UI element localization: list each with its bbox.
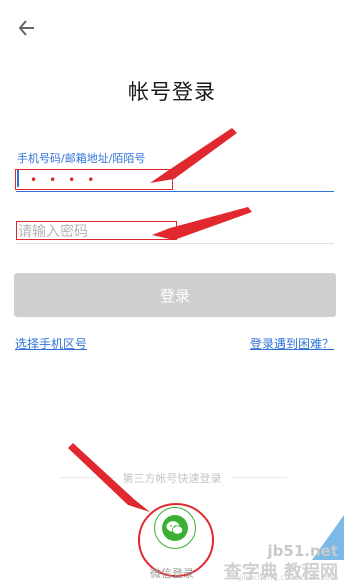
arrow-left-icon xyxy=(18,20,34,36)
wechat-login-label: 微信登录 xyxy=(150,567,194,580)
wechat-login-button[interactable] xyxy=(154,507,196,549)
login-button-label: 登录 xyxy=(159,286,190,305)
wechat-icon xyxy=(162,515,188,541)
login-button[interactable]: 登录 xyxy=(14,273,336,317)
watermark-url: jiaocheng.chazidian.com xyxy=(238,573,338,582)
account-underline xyxy=(16,191,334,192)
page-title: 帐号登录 xyxy=(128,80,216,104)
annotation-box-password xyxy=(16,221,177,240)
third-party-label: 第三方帐号快速登录 xyxy=(122,472,222,485)
account-field-label: 手机号码/邮箱地址/陌陌号 xyxy=(17,152,146,165)
divider-right xyxy=(232,477,287,478)
annotation-box-account xyxy=(15,169,173,190)
back-button[interactable] xyxy=(14,14,42,42)
login-trouble-link[interactable]: 登录遇到困难？ xyxy=(250,335,334,352)
password-underline xyxy=(16,243,334,244)
select-region-link[interactable]: 选择手机区号 xyxy=(15,335,87,352)
